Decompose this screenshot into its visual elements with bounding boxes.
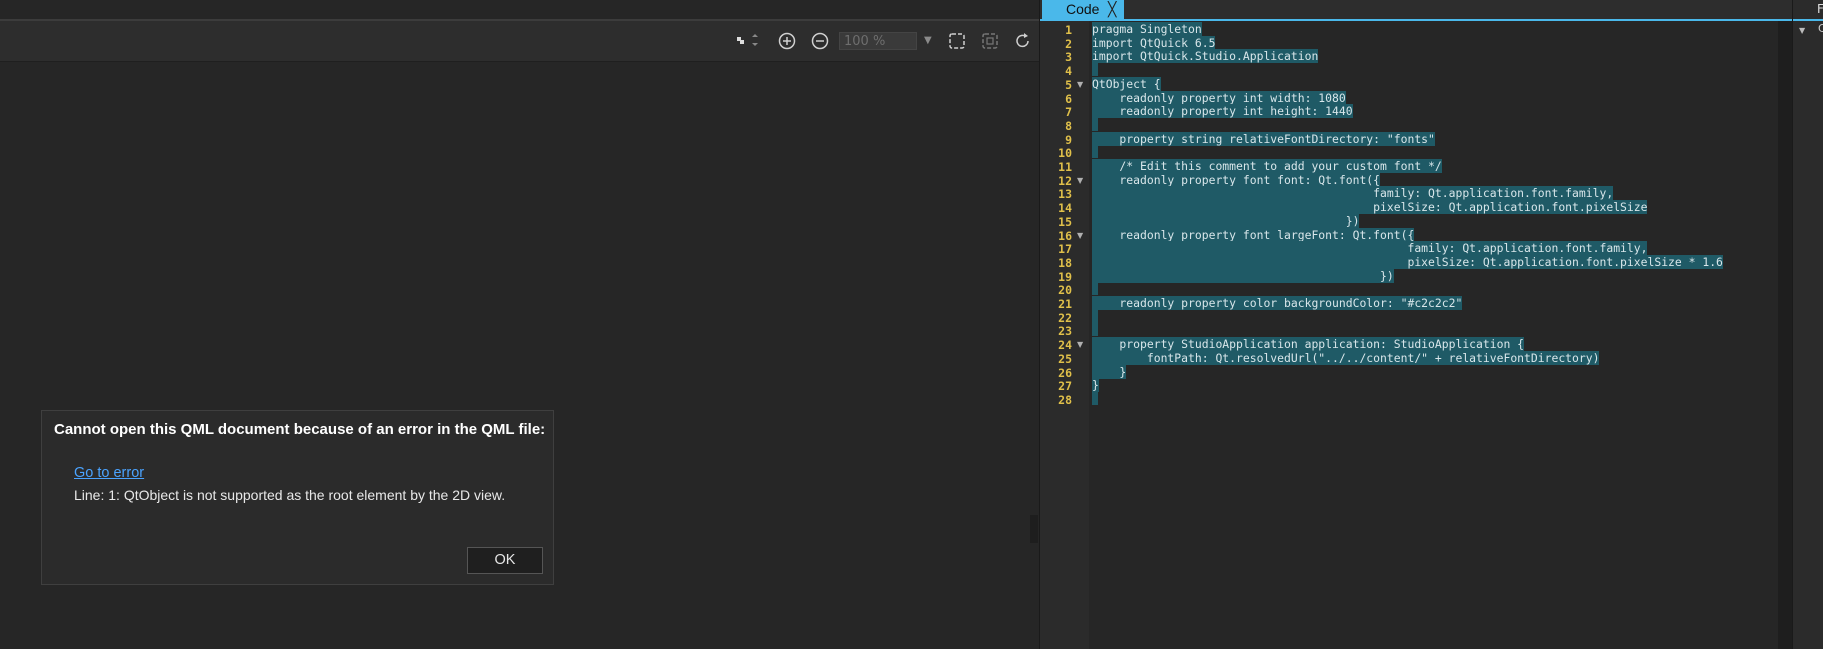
chevron-down-icon[interactable]: ▼ <box>924 32 932 50</box>
fold-arrow-icon[interactable]: ▼ <box>1077 77 1083 93</box>
code-line-text: readonly property font font: Qt.font({ <box>1092 172 1381 187</box>
code-line-text: property string relativeFontDirectory: "… <box>1092 131 1435 146</box>
code-line-text: pixelSize: Qt.application.font.pixelSize… <box>1092 254 1723 269</box>
error-message: Line: 1: QtObject is not supported as th… <box>74 487 506 503</box>
code-line-text: pragma Singleton <box>1092 22 1202 36</box>
editor-tab-bar: Code ╳ <box>1040 0 1792 21</box>
line-number-gutter: 1 2 3 4 5 ▼ 6 7 8 9 10 11 12 ▼ 13 14 15 16 ▼ 17 18 19 20 21 22 23… <box>1040 21 1089 649</box>
code-line <box>1092 391 1098 409</box>
fold-arrow-icon[interactable]: ▼ <box>1077 173 1083 189</box>
view-top-strip <box>0 0 1039 21</box>
splitter-handle[interactable] <box>1030 515 1038 543</box>
line-number: 28 <box>1058 392 1072 407</box>
go-to-error-link[interactable]: Go to error <box>74 465 144 481</box>
panel-row-label: C <box>1818 22 1823 35</box>
code-line-text: import QtQuick 6.5 <box>1092 35 1216 50</box>
tab-code[interactable]: Code ╳ <box>1042 0 1124 19</box>
code-line-text: } <box>1092 364 1127 379</box>
code-editor-panel: Code ╳ 1 2 3 4 5 ▼ 6 7 8 9 10 11 12 ▼ 13 14 15 16 ▼ 17 18 19 2… <box>1039 0 1792 649</box>
code-line-text <box>1092 117 1098 131</box>
code-text-area[interactable]: pragma Singleton import QtQuick 6.5 import… <box>1089 21 1778 649</box>
chevron-down-icon[interactable]: ▼ <box>1799 26 1805 35</box>
fit-all-icon[interactable] <box>980 31 1000 51</box>
code-line: readonly property int height: 1440 <box>1092 104 1353 119</box>
code-line-text: readonly property int height: 1440 <box>1092 104 1353 119</box>
fit-selection-icon[interactable] <box>947 31 967 51</box>
code-line: readonly property color backgroundColor:… <box>1092 296 1463 311</box>
zoom-out-icon[interactable] <box>810 31 830 51</box>
code-line-text <box>1092 323 1098 337</box>
error-dialog: Cannot open this QML document because of… <box>41 410 554 585</box>
code-line-text: import QtQuick.Studio.Application <box>1092 49 1319 64</box>
code-line-text: pixelSize: Qt.application.font.pixelSize <box>1092 200 1648 215</box>
fold-arrow-icon[interactable]: ▼ <box>1077 228 1083 244</box>
code-line-text <box>1092 282 1098 296</box>
zoom-in-icon[interactable] <box>777 31 797 51</box>
code-line: fontPath: Qt.resolvedUrl("../../content/… <box>1092 350 1600 366</box>
code-line: }) <box>1092 268 1394 284</box>
right-side-panel: F ▼ C <box>1792 0 1823 649</box>
code-line-text: /* Edit this comment to add your custom … <box>1092 159 1442 173</box>
code-line: property string relativeFontDirectory: "… <box>1092 131 1435 147</box>
code-line-text: QtObject { <box>1092 76 1161 91</box>
code-line-text: }) <box>1092 268 1394 283</box>
move-icon[interactable] <box>733 31 763 51</box>
code-line: import QtQuick.Studio.Application <box>1092 49 1319 64</box>
code-line-text: readonly property font largeFont: Qt.fon… <box>1092 227 1415 242</box>
close-icon[interactable]: ╳ <box>1108 0 1116 19</box>
code-line-text: }) <box>1092 213 1360 228</box>
ok-button[interactable]: OK <box>467 547 543 574</box>
code-line-text: readonly property color backgroundColor:… <box>1092 296 1463 310</box>
view-toolbar: 100 % ▼ <box>0 21 1039 62</box>
zoom-level-input[interactable]: 100 % <box>839 32 917 50</box>
code-line-text <box>1092 145 1098 159</box>
dialog-title: Cannot open this QML document because of… <box>54 421 546 438</box>
code-line-text: readonly property int width: 1080 <box>1092 90 1346 105</box>
code-line-text <box>1092 63 1098 77</box>
panel-header-label: F <box>1817 2 1823 16</box>
code-line-text <box>1092 391 1098 405</box>
code-line-text: family: Qt.application.font.family, <box>1092 186 1614 201</box>
code-line-text: property StudioApplication application: … <box>1092 337 1525 352</box>
code-line-text: } <box>1092 378 1099 393</box>
code-line-text <box>1092 309 1098 323</box>
vertical-scrollbar[interactable] <box>1778 21 1792 649</box>
fold-arrow-icon[interactable]: ▼ <box>1077 337 1083 353</box>
code-line-text: family: Qt.application.font.family, <box>1092 241 1648 256</box>
tab-code-label: Code <box>1066 1 1100 17</box>
panel-header: F <box>1793 0 1823 21</box>
reset-icon[interactable] <box>1013 31 1033 51</box>
code-line-text: fontPath: Qt.resolvedUrl("../../content/… <box>1092 350 1600 365</box>
